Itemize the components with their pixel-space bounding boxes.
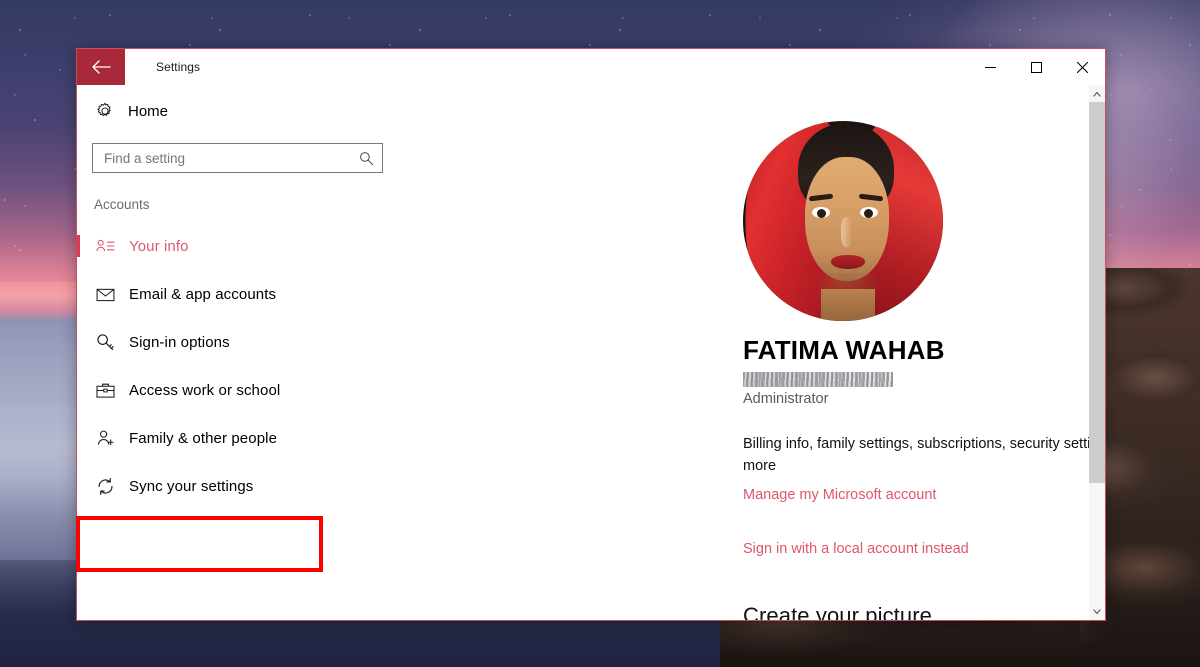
search-input[interactable]	[104, 150, 358, 166]
sidebar-item-sign-in-options[interactable]: Sign-in options	[77, 318, 399, 366]
settings-window: Settings Home Find a setting Accounts Yo…	[76, 48, 1106, 621]
sidebar-item-family-other-people[interactable]: Family & other people	[77, 414, 399, 462]
user-name: FATIMA WAHAB	[743, 335, 945, 365]
local-account-link[interactable]: Sign in with a local account instead	[743, 541, 969, 557]
sidebar-nav-list: Your info Email & app accounts Sign-in o…	[77, 222, 399, 510]
scrollbar-thumb[interactable]	[1089, 102, 1105, 483]
chevron-up-icon	[1093, 91, 1101, 97]
back-arrow-icon	[92, 60, 111, 74]
key-icon	[94, 333, 116, 352]
person-add-icon	[94, 429, 116, 447]
sidebar-section-title: Accounts	[94, 197, 150, 212]
search-container	[77, 131, 399, 173]
search-icon[interactable]	[358, 151, 374, 166]
sidebar-item-label: Sign-in options	[129, 333, 230, 351]
back-button[interactable]	[77, 49, 125, 85]
window-controls	[967, 49, 1105, 85]
minimize-button[interactable]	[967, 49, 1013, 85]
avatar[interactable]	[743, 121, 943, 321]
scrollbar-track[interactable]	[1089, 102, 1105, 603]
settings-sidebar: Home Accounts	[76, 85, 399, 620]
gear-icon	[94, 102, 116, 120]
sidebar-item-label: Your info	[129, 237, 189, 255]
envelope-icon	[94, 287, 116, 302]
maximize-button[interactable]	[1013, 49, 1059, 85]
sync-settings-highlight-annotation	[76, 516, 323, 572]
vertical-scrollbar[interactable]	[1089, 85, 1105, 620]
sidebar-item-email-app-accounts[interactable]: Email & app accounts	[77, 270, 399, 318]
main-content: FATIMA WAHAB Administrator Billing info,…	[399, 85, 1105, 620]
scrollbar-down-button[interactable]	[1089, 603, 1105, 620]
window-body: Home Accounts	[76, 85, 1105, 620]
sidebar-item-access-work-school[interactable]: Access work or school	[77, 366, 399, 414]
maximize-icon	[1030, 61, 1042, 73]
manage-microsoft-account-link[interactable]: Manage my Microsoft account	[743, 487, 936, 503]
chevron-down-icon	[1093, 608, 1101, 614]
search-box[interactable]	[92, 143, 383, 173]
sidebar-item-home[interactable]: Home	[77, 91, 399, 131]
window-titlebar: Settings	[77, 49, 1105, 85]
sidebar-item-sync-your-settings[interactable]: Sync your settings	[77, 462, 399, 510]
window-title: Settings	[156, 60, 201, 74]
sidebar-item-label: Sync your settings	[129, 477, 254, 495]
account-description: Billing info, family settings, subscript…	[743, 436, 1105, 474]
sync-icon	[94, 477, 116, 496]
user-email-redacted	[743, 372, 893, 387]
sidebar-item-label: Access work or school	[129, 381, 281, 399]
user-role: Administrator	[743, 391, 829, 407]
sidebar-item-label: Family & other people	[129, 429, 278, 447]
create-your-picture-heading: Create your picture	[743, 602, 932, 621]
user-info-icon	[94, 238, 116, 254]
sidebar-item-your-info[interactable]: Your info	[77, 222, 399, 270]
close-button[interactable]	[1059, 49, 1105, 85]
scrollbar-up-button[interactable]	[1089, 85, 1105, 102]
briefcase-icon	[94, 382, 116, 399]
sidebar-item-label: Email & app accounts	[129, 285, 277, 303]
close-icon	[1076, 61, 1088, 73]
sidebar-home-label: Home	[128, 102, 169, 120]
minimize-icon	[984, 66, 996, 68]
